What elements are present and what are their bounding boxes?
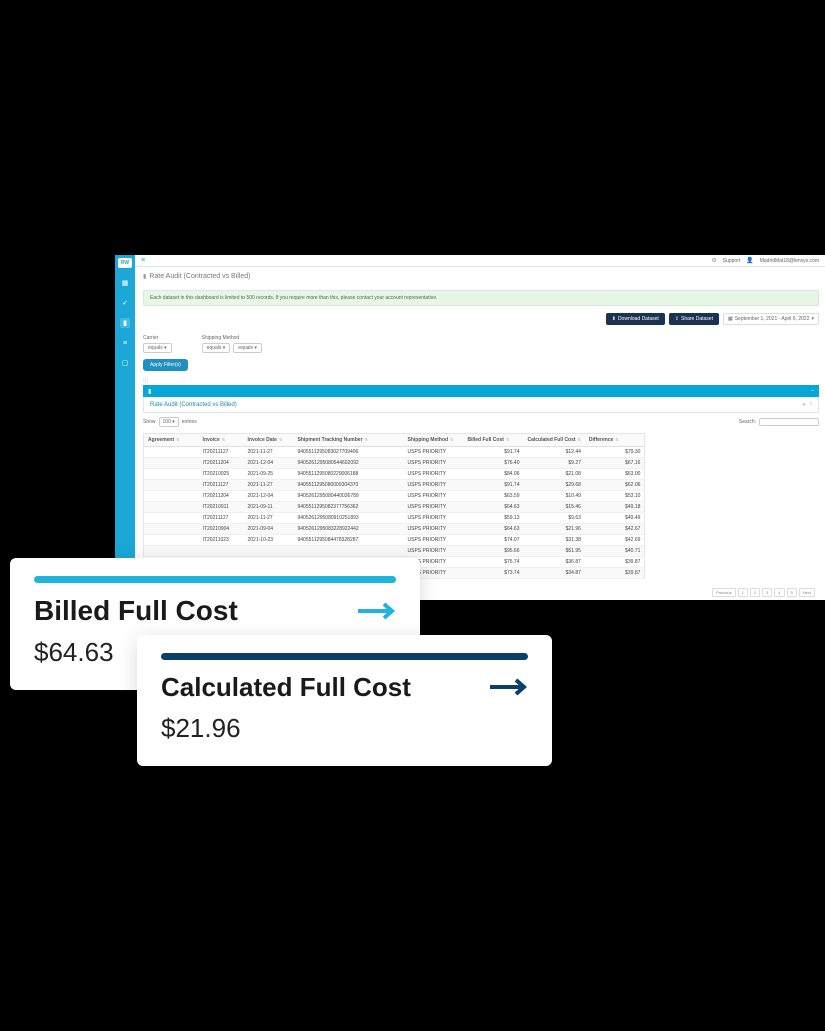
entries-select[interactable]: 100 ▾ [159, 417, 179, 427]
pagination-page[interactable]: 4 [774, 588, 784, 597]
page-title: Rate Audit (Contracted vs Billed) [149, 273, 250, 280]
date-range-text: September 1, 2021 - April 6, 2022 [735, 316, 810, 322]
callout-title: Calculated Full Cost [161, 672, 411, 703]
table-row[interactable]: IT202112042021-12-0494052612950805446020… [144, 458, 645, 469]
user-email[interactable]: MadridMat18@lensys.com [760, 258, 819, 264]
list-icon[interactable]: ≡ [120, 338, 130, 348]
pagination-next[interactable]: Next [799, 588, 815, 597]
share-label: Share Dataset [681, 316, 713, 322]
callout-accent-bar [34, 576, 396, 583]
entries-label: entries [182, 419, 197, 425]
table-row[interactable]: USPS PRIORITY$95.66$51.95$40.71 [144, 546, 645, 557]
carrier-label: Carrier [143, 335, 172, 341]
favorite-icon[interactable]: ★ [802, 402, 806, 408]
chevron-down-icon: ▾ [811, 316, 814, 322]
callout-accent-bar [161, 653, 528, 660]
check-icon[interactable]: ✓ [120, 298, 130, 308]
info-banner-text: Each dataset in this dashboard is limite… [150, 295, 437, 301]
gear-icon[interactable]: ⚙ [711, 257, 716, 264]
table-controls: Show 100 ▾ entries Search: [143, 417, 819, 427]
minimize-icon[interactable]: – [811, 388, 814, 394]
app-window: RW ▦ ✓ ▮ ≡ ▢ ≡ ⚙ Support 👤 MadridMat18@l… [115, 255, 825, 600]
panel-title: Rate Audit (Contracted vs Billed) [150, 402, 237, 408]
download-dataset-button[interactable]: ⬇ Download Dataset [606, 313, 665, 325]
apply-filters-button[interactable]: Apply Filter(s) [143, 359, 188, 371]
panel-subheader: Rate Audit (Contracted vs Billed) ★ ? [143, 397, 819, 413]
table-row[interactable]: IT202111272021-11-2794052612950809102518… [144, 513, 645, 524]
callout-calculated-full-cost: Calculated Full Cost $21.96 [137, 635, 552, 766]
table-row[interactable]: IT202111272021-11-2794055112950800093043… [144, 480, 645, 491]
col-invoice[interactable]: Invoice⇅ [199, 434, 244, 447]
pagination-page[interactable]: 3 [762, 588, 772, 597]
table-row[interactable]: IT202110232021-10-2394055112950844783282… [144, 535, 645, 546]
toolbar: ⬇ Download Dataset ⇪ Share Dataset ▦ Sep… [143, 313, 819, 325]
dashboard-icon[interactable]: ▦ [120, 278, 130, 288]
callout-title: Billed Full Cost [34, 595, 238, 627]
col-agreement[interactable]: Agreement⇅ [144, 434, 199, 447]
shipping-value[interactable]: equals ▾ [233, 343, 262, 353]
carrier-operator[interactable]: equals ▾ [143, 343, 172, 353]
table-row[interactable]: IT202109252021-09-2594055112950802290061… [144, 469, 645, 480]
table-row[interactable]: IT202112042021-12-0494052612950804400367… [144, 491, 645, 502]
pagination-previous[interactable]: Previous [712, 588, 736, 597]
search-input[interactable] [759, 418, 819, 426]
arrow-right-icon [356, 596, 396, 627]
col-shipping-method[interactable]: Shipping Method⇅ [404, 434, 464, 447]
help-icon[interactable]: ? [809, 402, 812, 408]
support-link[interactable]: Support [723, 258, 741, 264]
col-calculated[interactable]: Calculated Full Cost⇅ [524, 434, 585, 447]
topbar: ≡ ⚙ Support 👤 MadridMat18@lensys.com [135, 255, 825, 267]
panel-header: ▮ – [143, 385, 819, 397]
pagination-page[interactable]: 2 [750, 588, 760, 597]
col-billed[interactable]: Billed Full Cost⇅ [464, 434, 524, 447]
table-row[interactable]: IT202109042021-09-0494052612950832289224… [144, 524, 645, 535]
col-tracking[interactable]: Shipment Tracking Number⇅ [294, 434, 404, 447]
shipping-operator[interactable]: equals ▾ [202, 343, 231, 353]
download-label: Download Dataset [618, 316, 659, 322]
calendar-icon: ▦ [728, 316, 733, 322]
table-header-row: Agreement⇅ Invoice⇅ Invoice Date⇅ Shipme… [144, 434, 645, 447]
shipping-method-label: Shipping Method [202, 335, 262, 341]
breadcrumb: ▮ Rate Audit (Contracted vs Billed) [143, 273, 250, 280]
pagination-page[interactable]: 1 [738, 588, 748, 597]
chart-icon[interactable]: ▮ [120, 318, 130, 328]
callout-value: $21.96 [161, 713, 528, 744]
app-logo[interactable]: RW [118, 258, 132, 268]
barchart-icon: ▮ [143, 273, 146, 280]
info-icon[interactable]: ⓘ [143, 378, 148, 384]
show-label: Show [143, 419, 156, 425]
col-invoice-date[interactable]: Invoice Date⇅ [244, 434, 294, 447]
table-row[interactable]: IT202109112021-09-1194055112950823777563… [144, 502, 645, 513]
search-label: Search: [739, 419, 756, 425]
filter-carrier: Carrier equals ▾ [143, 335, 172, 353]
pagination-page[interactable]: 5 [787, 588, 797, 597]
filters: Carrier equals ▾ Shipping Method equals … [143, 335, 262, 353]
pagination: Previous 1 2 3 4 5 Next [712, 588, 815, 597]
share-icon: ⇪ [675, 316, 679, 322]
menu-toggle-icon[interactable]: ≡ [141, 257, 149, 265]
date-range-picker[interactable]: ▦ September 1, 2021 - April 6, 2022 ▾ [723, 313, 819, 325]
info-row: ⓘ [143, 377, 819, 385]
info-banner: Each dataset in this dashboard is limite… [143, 290, 819, 306]
arrow-right-icon [488, 672, 528, 703]
col-difference[interactable]: Difference⇅ [585, 434, 645, 447]
table-row[interactable]: IT202111272021-11-2794055112950830277094… [144, 447, 645, 458]
user-icon: 👤 [746, 257, 753, 264]
sidebar: RW ▦ ✓ ▮ ≡ ▢ [115, 255, 135, 600]
barchart-icon: ▮ [148, 388, 151, 395]
filter-shipping-method: Shipping Method equals ▾ equals ▾ [202, 335, 262, 353]
download-icon: ⬇ [612, 316, 616, 322]
share-dataset-button[interactable]: ⇪ Share Dataset [669, 313, 719, 325]
folder-icon[interactable]: ▢ [120, 358, 130, 368]
